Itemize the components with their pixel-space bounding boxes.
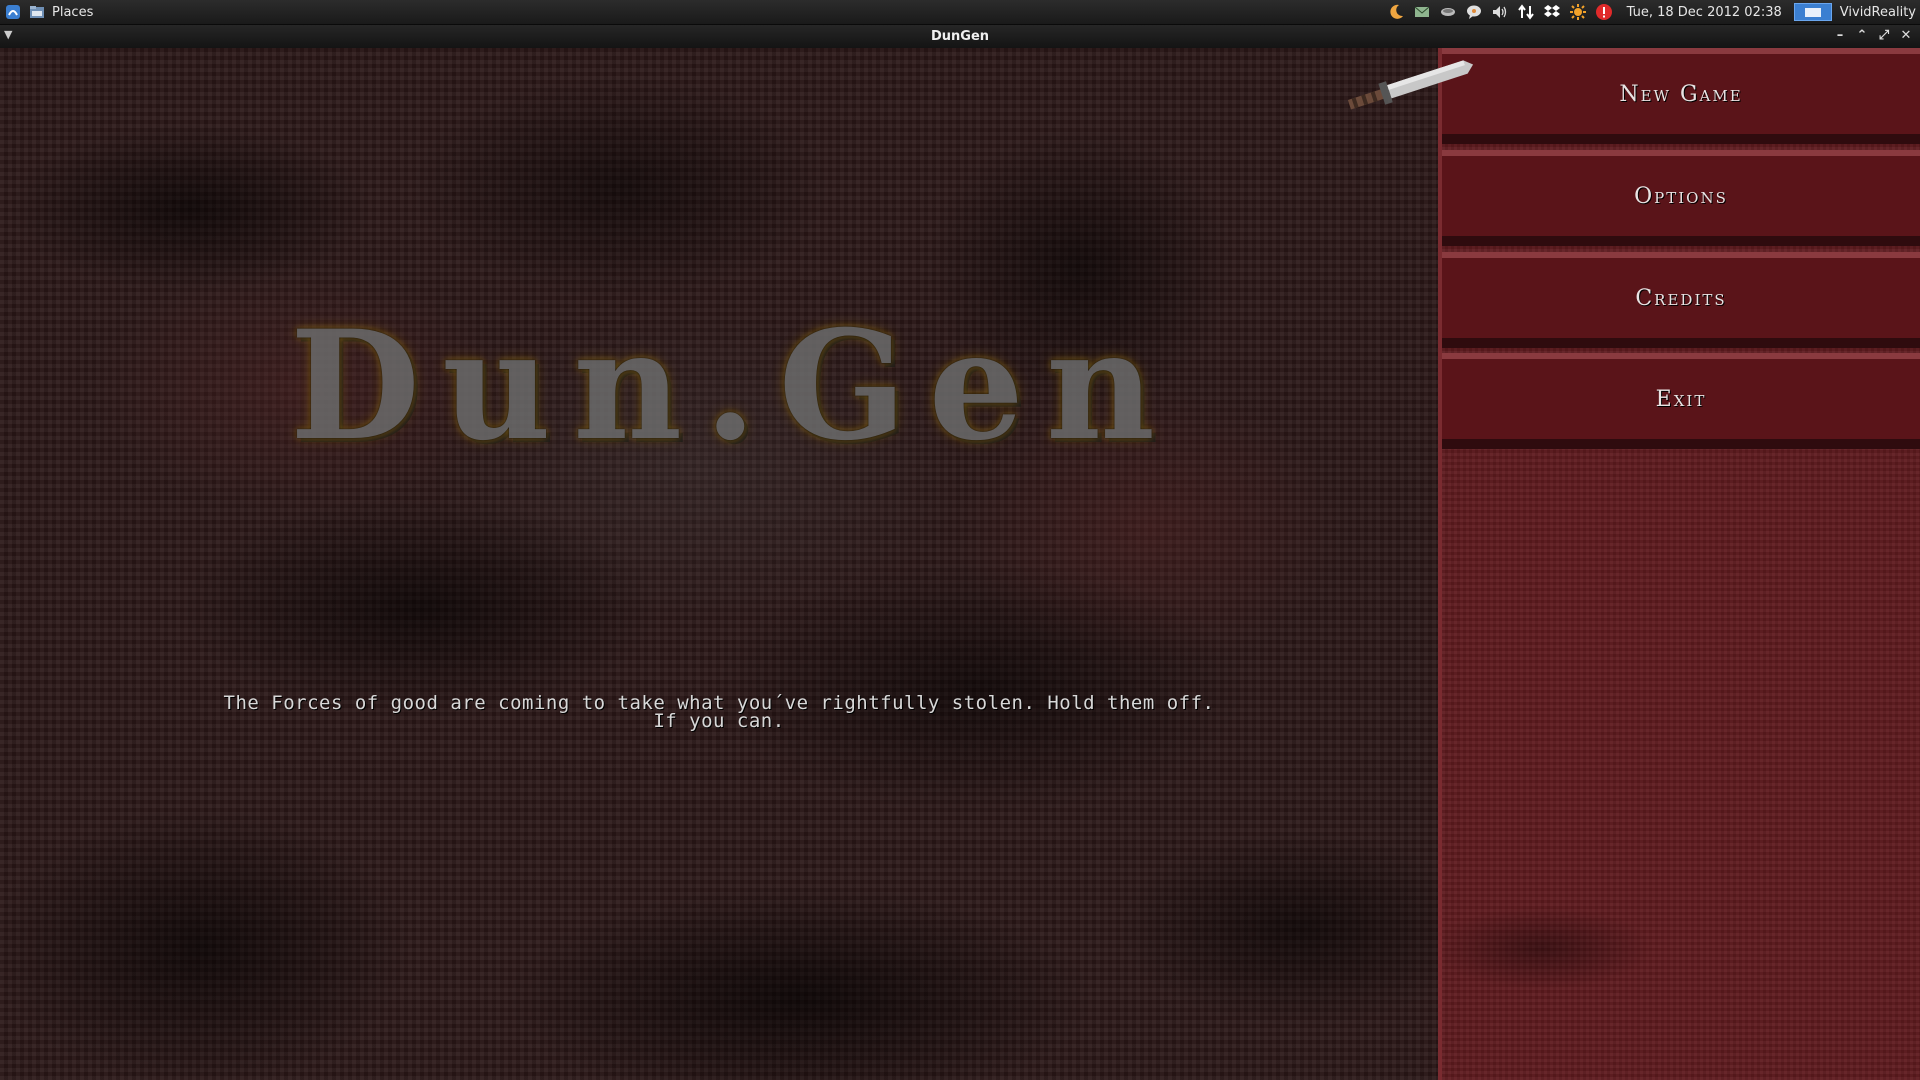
exit-button[interactable]: Exit	[1442, 353, 1920, 449]
user-menu[interactable]: VividReality	[1840, 5, 1916, 20]
window-title: DunGen	[930, 29, 990, 44]
panel-right: Tue, 18 Dec 2012 02:38 VividReality	[1387, 3, 1920, 21]
places-menu[interactable]: Places	[52, 5, 93, 20]
network-icon[interactable]	[1439, 3, 1457, 21]
tagline-line-2: If you can.	[653, 710, 785, 732]
close-icon[interactable]: ✕	[1898, 27, 1914, 45]
clock[interactable]: Tue, 18 Dec 2012 02:38	[1627, 5, 1782, 20]
window-controls: – ⌃ ⤢ ✕	[1832, 27, 1914, 45]
workspace-switcher[interactable]	[1793, 3, 1832, 21]
sword-cursor-icon	[1347, 60, 1474, 110]
places-icon[interactable]	[28, 3, 46, 21]
game-logo: Dun.Gen	[290, 298, 1178, 474]
workspace-indicator	[1804, 7, 1821, 17]
main-menu-panel: New Game Options Credits Exit	[1438, 48, 1920, 1080]
transfer-icon[interactable]	[1517, 3, 1535, 21]
game-viewport[interactable]: Dun.Gen The Forces of good are coming to…	[0, 48, 1920, 1080]
new-game-button[interactable]: New Game	[1442, 48, 1920, 144]
maximize-icon[interactable]: ⤢	[1876, 27, 1892, 45]
system-panel: Places Tue, 18 Dec 2012 02:38 VividReali…	[0, 0, 1920, 25]
window-titlebar[interactable]: ▼ DunGen – ⌃ ⤢ ✕	[0, 25, 1920, 49]
mail-icon[interactable]	[1413, 3, 1431, 21]
tagline: The Forces of good are coming to take wh…	[150, 694, 1288, 732]
app-menu-icon[interactable]	[4, 3, 22, 21]
dropbox-icon[interactable]	[1543, 3, 1561, 21]
volume-icon[interactable]	[1491, 3, 1509, 21]
panel-left: Places	[0, 3, 93, 21]
alert-icon[interactable]	[1595, 3, 1613, 21]
shade-icon[interactable]: ⌃	[1854, 27, 1870, 45]
title-background: Dun.Gen The Forces of good are coming to…	[0, 48, 1438, 1080]
credits-button[interactable]: Credits	[1442, 252, 1920, 348]
chat-icon[interactable]	[1465, 3, 1483, 21]
options-button[interactable]: Options	[1442, 150, 1920, 246]
minimize-icon[interactable]: –	[1832, 27, 1848, 45]
moon-icon[interactable]	[1387, 3, 1405, 21]
update-icon[interactable]	[1569, 3, 1587, 21]
